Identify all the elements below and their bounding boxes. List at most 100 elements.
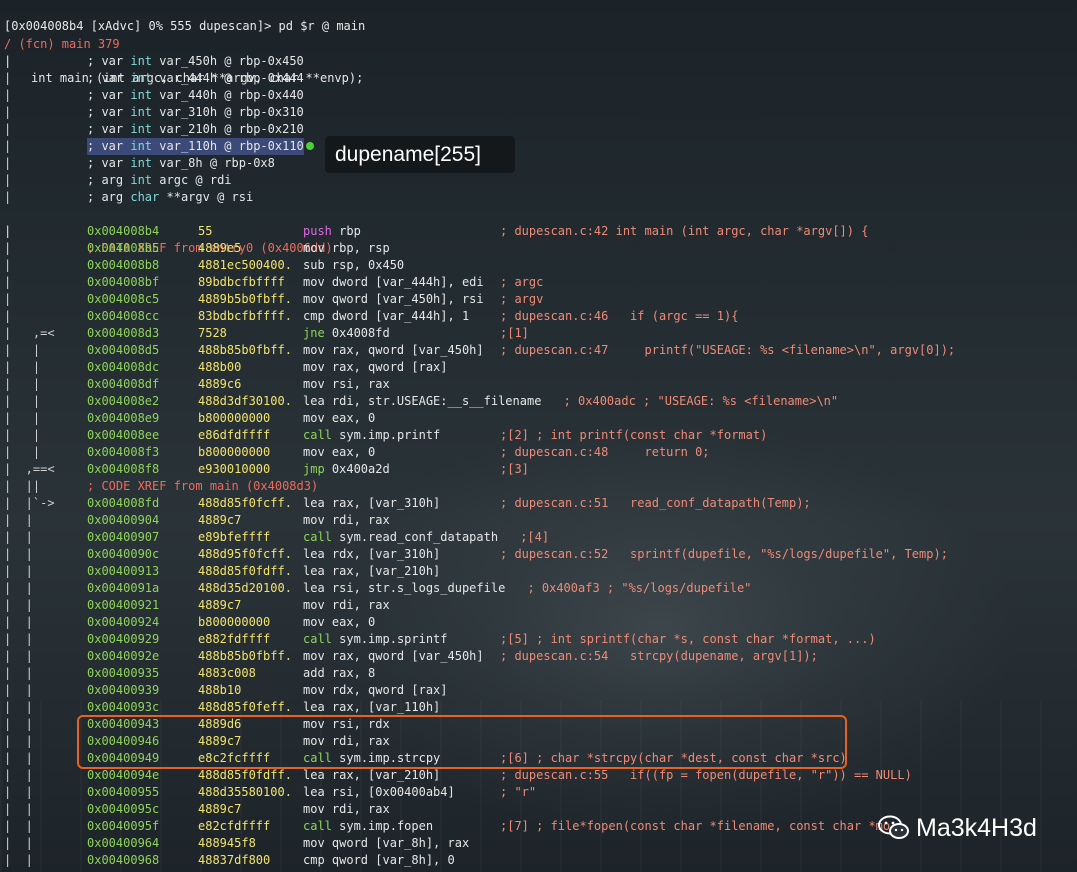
graph-gutter: | | bbox=[4, 751, 55, 765]
instruction-row[interactable]: | 0x004008b8 4881ec500400. sub rsp, 0x450 bbox=[0, 257, 1077, 274]
instruction-row[interactable]: | 0x004008bf 89bdbcfbffff mov dword [var_44… bbox=[0, 274, 1077, 291]
instruction-row[interactable]: | |`-> 0x004008fd 488d85f0fcff. lea rax, [va… bbox=[0, 495, 1077, 512]
instruction-row[interactable]: | | 0x00400968 48837df800 cmp qword [var_8h… bbox=[0, 852, 1077, 869]
instruction-operands: rax, [var_210h] bbox=[331, 768, 441, 782]
instruction-address[interactable]: 0x004008fd bbox=[87, 495, 159, 512]
instruction-address[interactable]: 0x004008f3 bbox=[87, 444, 159, 461]
instruction-mnemonic: mov bbox=[303, 377, 325, 391]
instruction-address[interactable]: 0x004008df bbox=[87, 376, 159, 393]
instruction-row[interactable]: | | 0x004008d5 488b85b0fbff. mov rax, qword… bbox=[0, 342, 1077, 359]
instruction-address[interactable]: 0x0040092e bbox=[87, 648, 159, 665]
var-decl-line: | ; var int var_444h @ rbp-0x444 bbox=[0, 70, 1077, 87]
instruction-address[interactable]: 0x00400921 bbox=[87, 597, 159, 614]
instruction-row[interactable]: | 0x004008b5 4889e5 mov rbp, rsp bbox=[0, 240, 1077, 257]
instruction-row[interactable]: | | 0x0040090c 488d95f0fcff. lea rdx, [var_… bbox=[0, 546, 1077, 563]
instruction-address[interactable]: 0x004008d5 bbox=[87, 342, 159, 359]
var-type: int bbox=[130, 173, 153, 187]
instruction-row[interactable]: | | 0x004008df 4889c6 mov rsi, rax bbox=[0, 376, 1077, 393]
instruction-row[interactable]: | 0x004008b4 55 push rbp ; dupescan.c:42 int… bbox=[0, 223, 1077, 240]
instruction-address[interactable]: 0x004008cc bbox=[87, 308, 159, 325]
instruction-address[interactable]: 0x004008b8 bbox=[87, 257, 159, 274]
instruction-address[interactable]: 0x004008b4 bbox=[87, 223, 159, 240]
graph-gutter: | | bbox=[4, 530, 55, 544]
instruction-bytes: e882fdffff bbox=[198, 632, 271, 646]
instruction-address[interactable]: 0x0040095f bbox=[87, 818, 159, 835]
instruction-row[interactable]: | | 0x00400921 4889c7 mov rdi, rax bbox=[0, 597, 1077, 614]
instruction-row[interactable]: | | 0x0040094e 488d85f0fdff. lea rax, [var_… bbox=[0, 767, 1077, 784]
instruction-address[interactable]: 0x00400955 bbox=[87, 784, 159, 801]
instruction-row[interactable]: | ,=< 0x004008d3 7528 jne 0x4008fd ;[1] bbox=[0, 325, 1077, 342]
instruction-address[interactable]: 0x00400924 bbox=[87, 614, 159, 631]
instruction-bytes: 488b85b0fbff. bbox=[198, 649, 292, 663]
instruction-mnemonic: lea bbox=[303, 547, 325, 561]
graph-gutter: | bbox=[4, 54, 12, 68]
graph-gutter: | bbox=[4, 275, 26, 289]
instruction-row[interactable]: | | 0x00400935 4883c008 add rax, 8 bbox=[0, 665, 1077, 682]
instruction-row[interactable]: | ,==< 0x004008f8 e930010000 jmp 0x400a2d ;[3… bbox=[0, 461, 1077, 478]
instruction-row[interactable]: | | 0x004008f3 b800000000 mov eax, 0 ; dupes… bbox=[0, 444, 1077, 461]
instruction-comment: ; argc bbox=[500, 275, 544, 289]
instruction-mnemonic: lea bbox=[303, 785, 325, 799]
instruction-row[interactable]: | | 0x004008ee e86dfdffff call sym.imp.prin… bbox=[0, 427, 1077, 444]
instruction-row[interactable]: | | 0x004008dc 488b00 mov rax, qword [rax] bbox=[0, 359, 1077, 376]
graph-gutter: | ,=< bbox=[4, 326, 55, 340]
instruction-row[interactable]: | | 0x00400913 488d85f0fdff. lea rax, [var_… bbox=[0, 563, 1077, 580]
instruction-address[interactable]: 0x00400913 bbox=[87, 563, 159, 580]
graph-gutter: | | bbox=[4, 513, 55, 527]
instruction-address[interactable]: 0x00400929 bbox=[87, 631, 159, 648]
instruction-address[interactable]: 0x004008b5 bbox=[87, 240, 159, 257]
instruction-address[interactable]: 0x0040095c bbox=[87, 801, 159, 818]
instruction-address[interactable]: 0x00400904 bbox=[87, 512, 159, 529]
instruction-row[interactable]: | | 0x004008e9 b800000000 mov eax, 0 bbox=[0, 410, 1077, 427]
watermark-text: Ma3k4H3d bbox=[916, 814, 1037, 842]
instruction-row[interactable]: | | 0x00400904 4889c7 mov rdi, rax bbox=[0, 512, 1077, 529]
instruction-bytes: e89bfeffff bbox=[198, 530, 271, 544]
instruction-row[interactable]: | | 0x0040092e 488b85b0fbff. mov rax, qword… bbox=[0, 648, 1077, 665]
instruction-address[interactable]: 0x0040091a bbox=[87, 580, 159, 597]
instruction-row[interactable]: | 0x004008c5 4889b5b0fbff. mov qword [var_4… bbox=[0, 291, 1077, 308]
var-type: char bbox=[130, 190, 160, 204]
instruction-address[interactable]: 0x004008e9 bbox=[87, 410, 159, 427]
instruction-operands: qword [var_8h], 0 bbox=[331, 853, 455, 867]
instruction-comment: ; dupescan.c:46 if (argc == 1){ bbox=[500, 309, 739, 323]
instruction-address[interactable]: 0x004008d3 bbox=[87, 325, 159, 342]
instruction-bytes: 488b00 bbox=[198, 360, 242, 374]
instruction-address[interactable]: 0x00400935 bbox=[87, 665, 159, 682]
instruction-address[interactable]: 0x0040094e bbox=[87, 767, 159, 784]
instruction-operands: rdi, rax bbox=[331, 802, 390, 816]
instruction-row[interactable]: | | 0x00400924 b800000000 mov eax, 0 bbox=[0, 614, 1077, 631]
instruction-comment: ;[4] bbox=[520, 530, 550, 544]
instruction-address[interactable]: 0x004008ee bbox=[87, 427, 159, 444]
instruction-operands: eax, 0 bbox=[331, 445, 376, 459]
instruction-address[interactable]: 0x0040093c bbox=[87, 699, 159, 716]
instruction-address[interactable]: 0x00400964 bbox=[87, 835, 159, 852]
graph-gutter: | | bbox=[4, 343, 55, 357]
instruction-address[interactable]: 0x004008bf bbox=[87, 274, 159, 291]
instruction-mnemonic: mov bbox=[303, 802, 325, 816]
instruction-address[interactable]: 0x0040090c bbox=[87, 546, 159, 563]
instruction-bytes: 488945f8 bbox=[198, 836, 256, 850]
instruction-row[interactable]: | | 0x0040093c 488d85f0feff. lea rax, [var_… bbox=[0, 699, 1077, 716]
instruction-row[interactable]: | 0x004008cc 83bdbcfbffff. cmp dword [var_4… bbox=[0, 308, 1077, 325]
instruction-row[interactable]: | | 0x0040091a 488d35d20100. lea rsi, str.s… bbox=[0, 580, 1077, 597]
instruction-row[interactable]: | | 0x00400955 488d35580100. lea rsi, [0x00… bbox=[0, 784, 1077, 801]
instruction-row[interactable]: | | 0x00400907 e89bfeffff call sym.read_con… bbox=[0, 529, 1077, 546]
instruction-address[interactable]: 0x004008f8 bbox=[87, 461, 159, 478]
instruction-address[interactable]: 0x00400939 bbox=[87, 682, 159, 699]
instruction-address[interactable]: 0x00400968 bbox=[87, 852, 159, 869]
prompt-line: [0x004008b4 [xAdvc] 0% 555 dupescan]> pd… bbox=[0, 1, 1077, 33]
instruction-address[interactable]: 0x004008c5 bbox=[87, 291, 159, 308]
instruction-operands: sym.imp.sprintf bbox=[339, 632, 448, 646]
graph-gutter: | | bbox=[4, 598, 55, 612]
var-decl: ; var int var_444h @ rbp-0x444 bbox=[87, 70, 304, 87]
instruction-row[interactable]: | | 0x00400929 e882fdffff call sym.imp.spri… bbox=[0, 631, 1077, 648]
instruction-address[interactable]: 0x004008e2 bbox=[87, 393, 159, 410]
instruction-address[interactable]: 0x00400907 bbox=[87, 529, 159, 546]
graph-gutter: | bbox=[4, 156, 12, 170]
instruction-mnemonic: mov bbox=[303, 615, 325, 629]
instruction-address[interactable]: 0x004008dc bbox=[87, 359, 159, 376]
instruction-row[interactable]: | | 0x00400939 488b10 mov rdx, qword [rax] bbox=[0, 682, 1077, 699]
var-type: int bbox=[130, 54, 153, 68]
instruction-comment: ;[2] ; int printf(const char *format) bbox=[500, 428, 768, 442]
instruction-row[interactable]: | | 0x004008e2 488d3df30100. lea rdi, str.U… bbox=[0, 393, 1077, 410]
